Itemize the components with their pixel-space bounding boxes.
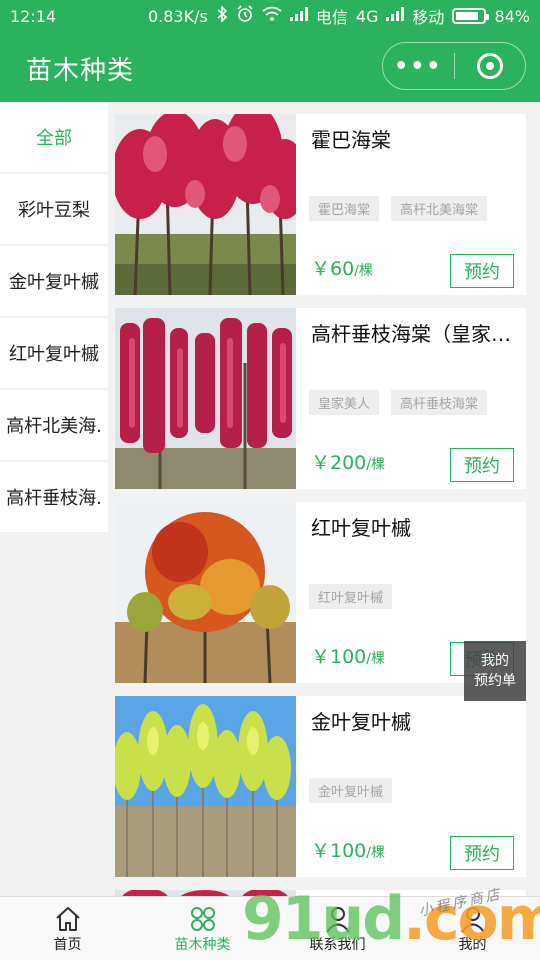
- product-name: 霍巴海棠: [311, 128, 391, 152]
- category-label: 高杆北美海.: [6, 416, 102, 437]
- tab-home[interactable]: 首页: [0, 897, 135, 960]
- category-label: 金叶复叶槭: [9, 272, 99, 293]
- product-price: ￥60/棵: [311, 254, 373, 281]
- product-card[interactable]: 霍巴海棠 霍巴海棠 高杆北美海棠 ￥60/棵 预约: [115, 114, 526, 295]
- tab-label: 苗木种类: [174, 937, 231, 953]
- tab-mine[interactable]: 我的: [405, 897, 540, 960]
- price-amount: ￥100: [311, 840, 367, 862]
- product-name: 高杆垂枝海棠（皇家美人）: [311, 322, 520, 346]
- price-unit: /棵: [366, 845, 385, 861]
- product-tag: 金叶复叶槭: [309, 778, 393, 803]
- product-image-crabapple: [115, 114, 296, 295]
- product-tag: 高杆垂枝海棠: [391, 390, 488, 415]
- price-unit: /棵: [354, 263, 373, 279]
- product-tags: 霍巴海棠 高杆北美海棠: [309, 196, 488, 221]
- more-button[interactable]: •••: [383, 54, 454, 79]
- battery-percent: 84%: [494, 6, 530, 26]
- price-unit: /棵: [366, 651, 385, 667]
- product-list: 霍巴海棠 霍巴海棠 高杆北美海棠 ￥60/棵 预约 高杆垂枝海棠（皇家美 皇家美…: [115, 114, 526, 910]
- reserve-button[interactable]: 预约: [450, 836, 514, 870]
- floating-label-line1: 我的: [481, 653, 509, 669]
- category-item-all[interactable]: 全部: [0, 102, 108, 172]
- category-label: 全部: [36, 128, 72, 149]
- product-tag: 霍巴海棠: [309, 196, 380, 221]
- network-speed: 0.83K/s: [147, 6, 208, 26]
- nav-bar: 苗木种类 •••: [0, 32, 540, 102]
- price-amount: ￥60: [311, 258, 355, 280]
- carrier-1-network: 4G: [355, 6, 379, 26]
- product-image-golden-leaf-maple: [115, 696, 296, 877]
- battery-icon: [452, 8, 490, 24]
- product-tags: 皇家美人 高杆垂枝海棠: [309, 390, 488, 415]
- product-price: ￥200/棵: [311, 448, 385, 475]
- product-price: ￥100/棵: [311, 836, 385, 863]
- category-sidebar: 全部 彩叶豆梨 金叶复叶槭 红叶复叶槭 高杆北美海. 高杆垂枝海.: [0, 102, 108, 534]
- category-item[interactable]: 彩叶豆梨: [0, 174, 108, 244]
- price-unit: /棵: [366, 457, 385, 473]
- mini-program-capsule: •••: [382, 42, 526, 90]
- tab-label: 联系我们: [309, 937, 366, 953]
- category-label: 红叶复叶槭: [9, 344, 99, 365]
- category-item[interactable]: 金叶复叶槭: [0, 246, 108, 316]
- tab-contact[interactable]: 联系我们: [270, 897, 405, 960]
- wifi-icon: [262, 6, 282, 26]
- category-label: 彩叶豆梨: [18, 200, 90, 221]
- tab-label: 首页: [53, 937, 82, 953]
- product-name: 金叶复叶槭: [311, 710, 411, 734]
- category-item[interactable]: 红叶复叶槭: [0, 318, 108, 388]
- product-tag: 高杆北美海棠: [391, 196, 488, 221]
- product-card[interactable]: 金叶复叶槭 金叶复叶槭 ￥100/棵 预约: [115, 696, 526, 877]
- signal-icon: [289, 7, 308, 25]
- category-item[interactable]: 高杆垂枝海.: [0, 462, 108, 532]
- carrier-1: 电信: [315, 8, 348, 27]
- page-title: 苗木种类: [26, 56, 135, 86]
- bluetooth-icon: [216, 5, 228, 26]
- carrier-2: 移动: [412, 8, 445, 27]
- product-tags: 红叶复叶槭: [309, 584, 393, 609]
- price-amount: ￥200: [311, 452, 367, 474]
- alarm-icon: [236, 5, 254, 27]
- product-tags: 金叶复叶槭: [309, 778, 393, 803]
- reserve-button[interactable]: 预约: [450, 254, 514, 288]
- reserve-button[interactable]: 预约: [450, 448, 514, 482]
- product-image-weeping-crabapple: [115, 308, 296, 489]
- contact-icon: [325, 907, 350, 933]
- product-name: 红叶复叶槭: [311, 516, 411, 540]
- product-card[interactable]: 高杆垂枝海棠（皇家美人） 皇家美人 高杆垂枝海棠 ￥200/棵 预约: [115, 308, 526, 489]
- more-dots-icon: •••: [394, 53, 443, 79]
- status-right: 0.83K/s 电信 4G 移动 84%: [148, 4, 530, 28]
- product-price: ￥100/棵: [311, 642, 385, 669]
- tab-label: 我的: [458, 937, 487, 953]
- product-image-red-leaf-maple: [115, 502, 296, 683]
- close-mini-program-button[interactable]: [455, 53, 526, 79]
- category-item[interactable]: 高杆北美海.: [0, 390, 108, 460]
- user-icon: [460, 907, 485, 933]
- status-bar: 12:14 0.83K/s 电信 4G 移动 84%: [0, 0, 540, 32]
- floating-label-line2: 预约单: [474, 673, 516, 689]
- home-icon: [55, 907, 80, 931]
- status-time: 12:14: [10, 6, 57, 26]
- grid-icon: [190, 907, 215, 931]
- product-tag: 皇家美人: [309, 390, 380, 415]
- tab-categories[interactable]: 苗木种类: [135, 897, 270, 960]
- signal-icon: [386, 7, 405, 25]
- my-reservations-button[interactable]: 我的 预约单: [464, 641, 526, 701]
- price-amount: ￥100: [311, 646, 367, 668]
- product-tag: 红叶复叶槭: [309, 584, 393, 609]
- target-circle-icon: [476, 53, 503, 79]
- category-label: 高杆垂枝海.: [6, 488, 102, 509]
- tab-bar: 首页 苗木种类 联系我们 我的: [0, 896, 540, 960]
